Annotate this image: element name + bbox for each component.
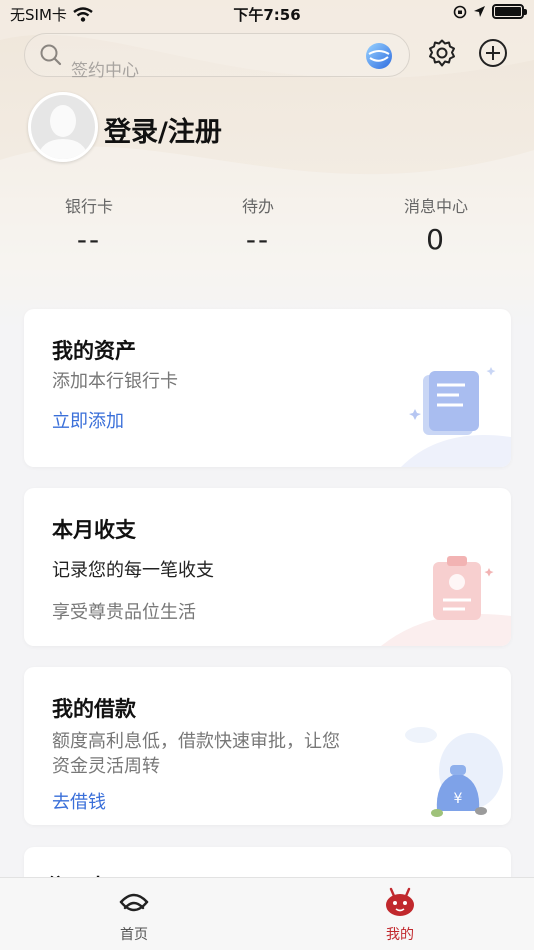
card-line-1: 记录您的每一笔收支	[52, 560, 214, 581]
add-bank-card-link[interactable]: 立即添加	[52, 407, 124, 433]
tab-home[interactable]: 首页	[74, 886, 194, 944]
loan-card[interactable]: 我的借款 额度高利息低，借款快速审批，让您 资金灵活周转 去借钱 ¥	[24, 667, 511, 825]
search-input[interactable]: 签约中心	[24, 33, 410, 81]
card-line-2: 享受尊贵品位生活	[52, 602, 196, 623]
search-icon	[40, 44, 62, 66]
stat-messages[interactable]: 消息中心 0	[371, 193, 501, 256]
assets-card[interactable]: 我的资产 添加本行银行卡 立即添加	[24, 309, 511, 467]
stat-todo[interactable]: 待办 --	[193, 193, 323, 256]
search-placeholder: 签约中心	[71, 61, 139, 81]
default-avatar-icon	[31, 95, 95, 159]
monthly-card[interactable]: 本月收支 记录您的每一笔收支 享受尊贵品位生活	[24, 488, 511, 646]
plus-circle-icon[interactable]	[476, 36, 510, 70]
card-title: 本月收支	[52, 518, 136, 542]
borrow-money-link[interactable]: 去借钱	[52, 788, 106, 814]
tab-bar: 首页 我的	[0, 877, 534, 950]
status-bar: 无SIM卡 下午7:56	[0, 0, 534, 28]
clipboard-illustration-icon	[381, 556, 511, 646]
home-logo-icon	[119, 893, 149, 912]
stat-value: --	[76, 223, 102, 256]
stat-label: 消息中心	[403, 197, 468, 216]
gear-icon[interactable]	[425, 36, 459, 70]
battery-icon	[492, 4, 527, 19]
money-bag-illustration-icon: ¥	[405, 727, 503, 817]
svg-text:¥: ¥	[454, 791, 463, 807]
card-subtitle: 添加本行银行卡	[52, 371, 178, 392]
stat-value: --	[245, 223, 271, 256]
card-title: 我的资产	[52, 339, 136, 363]
stat-bank-cards[interactable]: 银行卡 --	[24, 193, 154, 256]
login-register-link[interactable]: 登录/注册	[104, 110, 222, 149]
stat-label: 待办	[241, 197, 274, 216]
tab-label: 我的	[386, 927, 414, 943]
avatar[interactable]	[28, 92, 98, 162]
document-illustration-icon	[401, 367, 511, 467]
stat-label: 银行卡	[64, 197, 113, 216]
orientation-lock-icon	[453, 5, 467, 18]
mascot-icon	[386, 887, 414, 916]
location-arrow-icon	[474, 6, 485, 17]
card-title: 我的借款	[52, 697, 136, 721]
stat-value: 0	[426, 223, 446, 256]
card-line-2: 资金灵活周转	[52, 756, 160, 777]
tab-mine[interactable]: 我的	[340, 886, 460, 944]
tab-label: 首页	[120, 927, 148, 943]
voice-assistant-icon[interactable]	[365, 42, 393, 70]
card-line-1: 额度高利息低，借款快速审批，让您	[52, 731, 340, 752]
